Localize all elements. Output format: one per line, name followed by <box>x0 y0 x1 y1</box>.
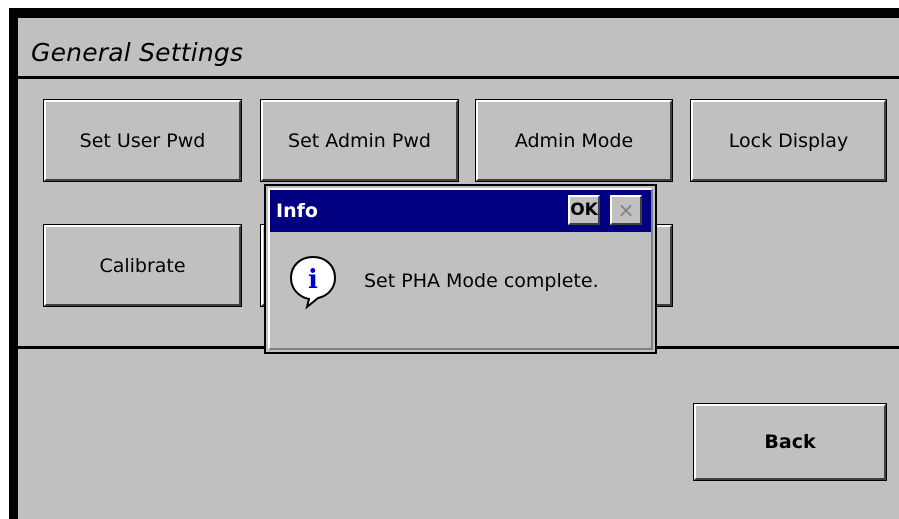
calibrate-button[interactable]: Calibrate <box>43 224 242 307</box>
page-title: General Settings <box>31 38 244 67</box>
dialog-titlebar[interactable]: Info OK × <box>270 190 651 232</box>
info-icon: i <box>288 254 338 314</box>
dialog-close-button[interactable]: × <box>610 195 642 225</box>
lock-display-button[interactable]: Lock Display <box>690 99 887 182</box>
close-icon: × <box>617 198 635 222</box>
dialog-ok-button[interactable]: OK <box>568 195 600 225</box>
dialog-title: Info <box>276 200 318 222</box>
set-user-pwd-button[interactable]: Set User Pwd <box>43 99 242 182</box>
info-dialog: Info OK × i Set PHA Mode complete. <box>264 184 657 354</box>
svg-text:i: i <box>308 265 318 295</box>
dialog-message: Set PHA Mode complete. <box>364 270 599 292</box>
screen: General Settings Set User Pwd Set Admin … <box>0 0 899 519</box>
set-admin-pwd-button[interactable]: Set Admin Pwd <box>260 99 459 182</box>
admin-mode-button[interactable]: Admin Mode <box>475 99 673 182</box>
title-divider <box>18 76 899 79</box>
back-button[interactable]: Back <box>693 403 887 481</box>
